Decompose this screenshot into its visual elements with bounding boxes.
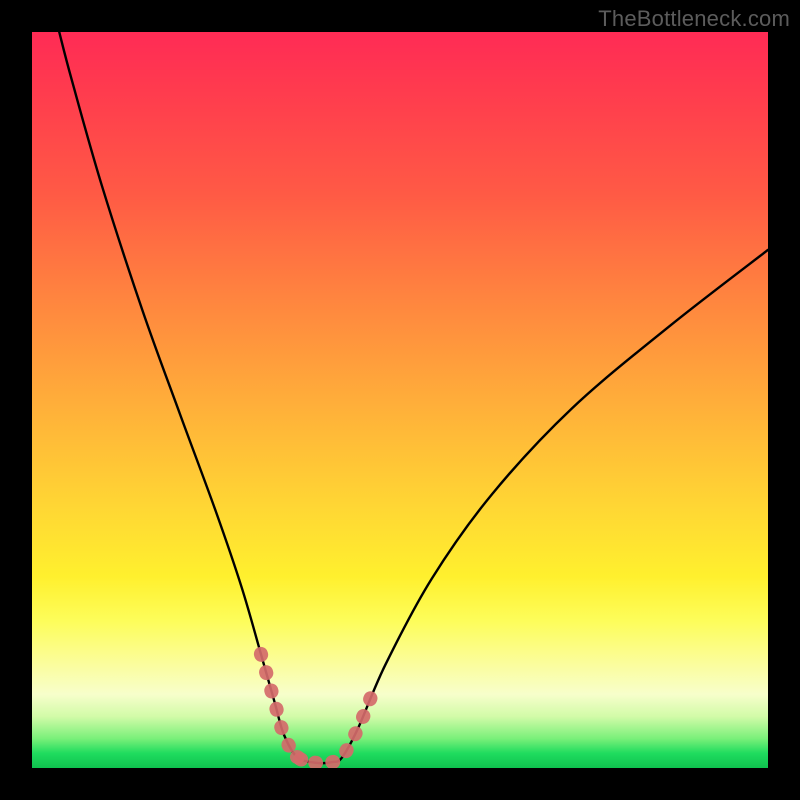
- watermark-text: TheBottleneck.com: [598, 6, 790, 32]
- plot-area: [32, 32, 768, 768]
- bottleneck-curve: [59, 32, 768, 763]
- highlight-segment: [332, 694, 372, 762]
- chart-frame: TheBottleneck.com: [0, 0, 800, 800]
- curve-highlight: [261, 654, 372, 763]
- curve-layer: [32, 32, 768, 768]
- highlight-segment: [261, 654, 316, 763]
